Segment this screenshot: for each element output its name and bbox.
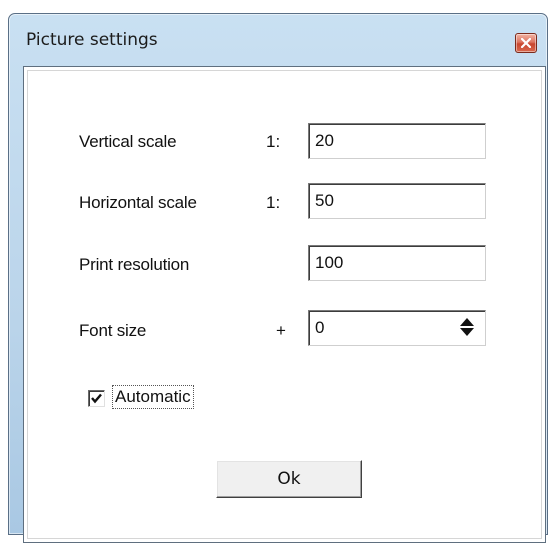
font-size-prefix: + bbox=[276, 321, 286, 340]
dialog-window: Picture settings Vertical scale 1: Horiz… bbox=[8, 13, 548, 543]
automatic-label[interactable]: Automatic bbox=[112, 385, 194, 409]
checkmark-icon bbox=[91, 393, 102, 404]
automatic-checkbox[interactable] bbox=[88, 390, 105, 407]
print-resolution-label: Print resolution bbox=[79, 255, 190, 274]
vertical-scale-input[interactable] bbox=[308, 123, 486, 159]
horizontal-scale-label: Horizontal scale bbox=[79, 193, 197, 212]
ok-button[interactable]: Ok bbox=[216, 460, 362, 498]
spin-updown-icon[interactable] bbox=[458, 316, 476, 338]
font-size-label: Font size bbox=[79, 321, 147, 340]
close-icon bbox=[521, 38, 531, 48]
font-size-spinner bbox=[308, 310, 486, 346]
close-button[interactable] bbox=[515, 33, 537, 53]
horizontal-scale-prefix: 1: bbox=[266, 193, 281, 212]
print-resolution-input[interactable] bbox=[308, 245, 486, 281]
dialog-body: Vertical scale 1: Horizontal scale 1: Pr… bbox=[23, 66, 546, 543]
window-title: Picture settings bbox=[26, 30, 158, 50]
vertical-scale-prefix: 1: bbox=[266, 132, 281, 151]
vertical-scale-label: Vertical scale bbox=[79, 132, 177, 151]
horizontal-scale-input[interactable] bbox=[308, 183, 486, 219]
